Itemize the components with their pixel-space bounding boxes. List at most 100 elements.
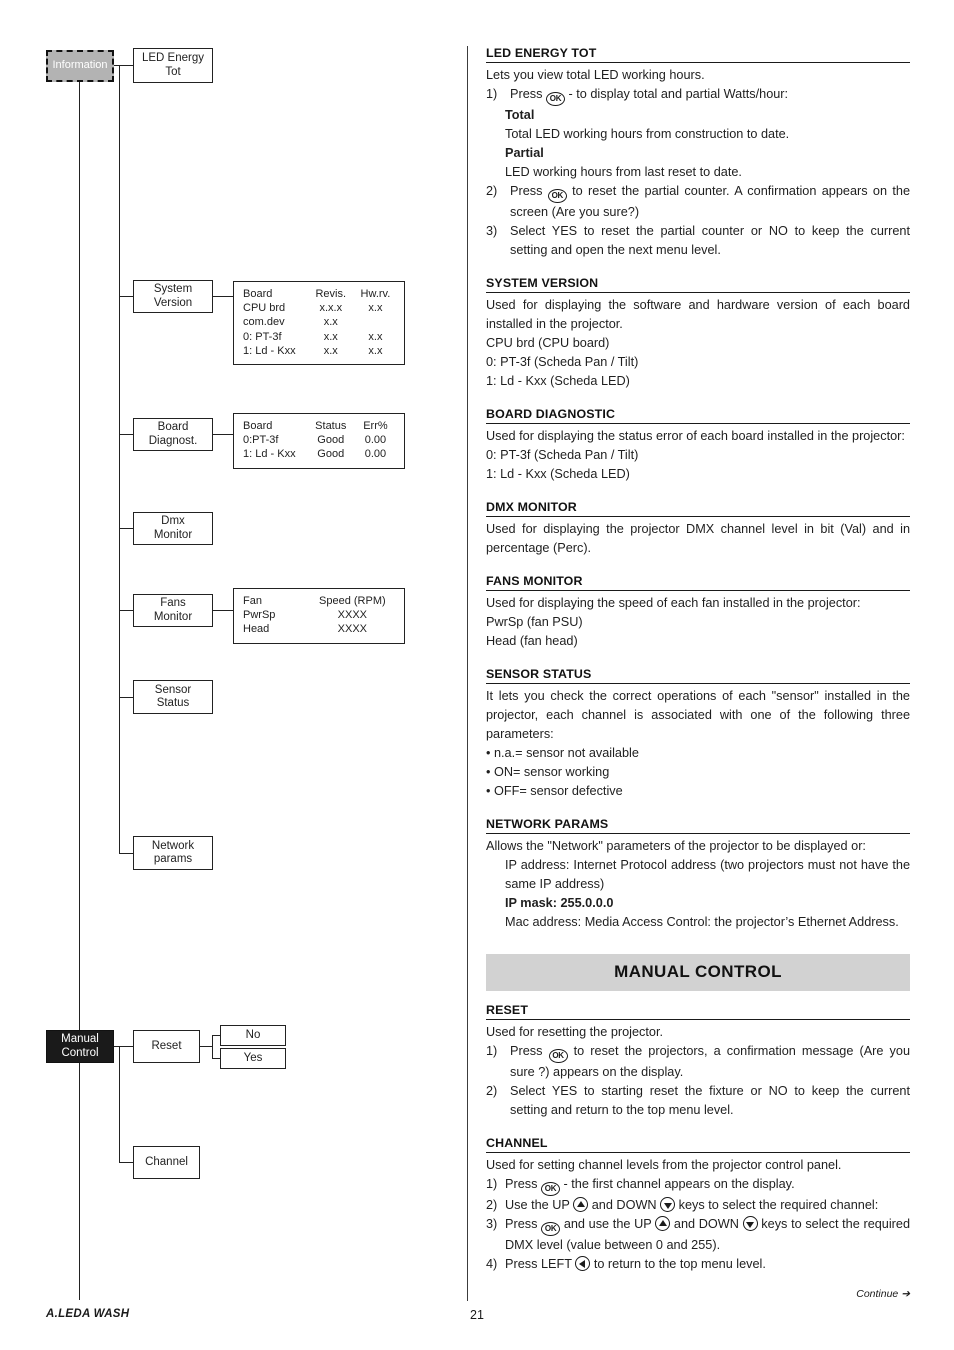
cell: x.x (323, 344, 338, 357)
connector-system-version-table (213, 296, 234, 298)
fans-monitor-table: Fan Speed (RPM) PwrSp XXXX Head XXXX (243, 594, 397, 637)
cell: 0: PT-3f (243, 330, 282, 343)
diagram-node-fans-monitor[interactable]: Fans Monitor (133, 594, 213, 627)
diagram-node-yes[interactable]: Yes (220, 1048, 286, 1069)
stub-network-params (119, 853, 134, 855)
down-key-icon (660, 1197, 676, 1212)
th-revis: Revis. (315, 288, 347, 300)
section-led-energy-tot: LED ENERGY TOT Lets you view total LED w… (486, 46, 910, 260)
cell: XXXX (337, 623, 368, 636)
table-row: PwrSp XXXX (243, 608, 397, 622)
cell: 0:PT-3f (243, 434, 279, 447)
diagram-node-reset[interactable]: Reset (133, 1030, 200, 1063)
text-line: PwrSp (fan PSU) (486, 615, 583, 629)
section-heading: CHANNEL (486, 1136, 910, 1153)
diagram-node-channel[interactable]: Channel (133, 1146, 200, 1179)
node-label: Channel (145, 1155, 188, 1168)
diagram-node-system-version[interactable]: System Version (133, 280, 213, 313)
text: to reset the projectors, a confirmation … (510, 1044, 910, 1079)
text-line: CPU brd (CPU board) (486, 336, 610, 350)
continue-note: Continue ➔ (856, 1288, 910, 1300)
cell: XXXX (337, 609, 368, 622)
table-header-row: Fan Speed (RPM) (243, 594, 397, 608)
section-body: Used for resetting the projector. (486, 1025, 664, 1039)
cell: x.x.x (319, 302, 343, 315)
table-row: 0: PT-3f x.x x.x (243, 330, 397, 344)
node-label: Yes (243, 1051, 263, 1064)
section-heading: NETWORK PARAMS (486, 817, 910, 834)
diagram-table-fans-monitor: Fan Speed (RPM) PwrSp XXXX Head XXXX (233, 588, 405, 644)
section-body: Used for displaying the projector DMX ch… (486, 522, 910, 555)
table-header-row: Board Revis. Hw.rv. (243, 287, 397, 301)
th-hwrv: Hw.rv. (360, 288, 391, 300)
left-key-icon (575, 1256, 591, 1271)
text: and DOWN (591, 1198, 657, 1212)
text: - to display total and partial Watts/hou… (568, 87, 789, 101)
diagram-node-board-diagnost[interactable]: Board Diagnost. (133, 418, 213, 451)
diagram-node-network-params[interactable]: Network params (133, 836, 213, 870)
text: Press (510, 1044, 543, 1058)
total-label: Total (505, 108, 535, 122)
text: Select YES to reset the partial counter … (510, 224, 910, 257)
stub-fans-monitor (119, 610, 134, 612)
text: - the first channel appears on the displ… (563, 1177, 795, 1191)
table-row: Head XXXX (243, 622, 397, 636)
section-intro: Lets you view total LED working hours. (486, 68, 705, 82)
list-item: 2) Select YES to starting reset the fixt… (486, 1082, 910, 1120)
list-item: 1) Press OK - the first channel appears … (486, 1175, 910, 1196)
list-number: 1) (486, 87, 498, 101)
list-number: 3) (486, 224, 498, 238)
manual-control-banner: MANUAL CONTROL (486, 954, 910, 991)
section-channel: CHANNEL Used for setting channel levels … (486, 1136, 910, 1274)
section-heading: BOARD DIAGNOSTIC (486, 407, 910, 424)
stub-system-version (119, 296, 134, 298)
stub-dmx-monitor (119, 528, 134, 530)
text: Use the UP (505, 1198, 570, 1212)
text: Press (505, 1177, 538, 1191)
list-number: 3) (486, 1217, 498, 1231)
partial-text: LED working hours from last reset to dat… (505, 165, 742, 179)
node-label: Network params (151, 839, 195, 866)
diagram-node-no[interactable]: No (220, 1025, 286, 1046)
ok-key-icon: OK (548, 1049, 568, 1063)
diagram-node-sensor-status[interactable]: Sensor Status (133, 680, 213, 714)
page-number: 21 (470, 1308, 484, 1322)
node-label: Reset (151, 1039, 182, 1052)
list-number: 4) (486, 1257, 498, 1271)
node-label: Fans Monitor (153, 597, 193, 623)
list-item: 3) Press OK and use the UP and DOWN keys… (486, 1215, 910, 1255)
diagram-node-dmx-monitor[interactable]: Dmx Monitor (133, 512, 213, 545)
table-header-row: Board Status Err% (243, 419, 397, 433)
cell: PwrSp (243, 609, 276, 622)
ok-key-icon: OK (541, 1222, 561, 1236)
total-text: Total LED working hours from constructio… (505, 127, 790, 141)
page-footer: Continue ➔ A.LEDA WASH 21 (0, 1288, 954, 1350)
text: Press LEFT (505, 1257, 572, 1271)
cell: x.x (368, 330, 383, 343)
table-row: CPU brd x.x.x x.x (243, 301, 397, 315)
down-key-icon (742, 1216, 758, 1231)
list-item: 3) Select YES to reset the partial count… (486, 222, 910, 260)
diagram-node-led-energy-tot[interactable]: LED Energy Tot (133, 48, 213, 83)
section-board-diagnostic: BOARD DIAGNOSTIC Used for displaying the… (486, 407, 910, 484)
diagram-node-information[interactable]: Information (46, 50, 114, 82)
ip-mask-line: IP mask: 255.0.0.0 (505, 896, 614, 910)
arrow-right-icon: ➔ (901, 1288, 910, 1300)
ok-key-icon: OK (545, 92, 565, 106)
text-line: 1: Ld - Kxx (Scheda LED) (486, 374, 630, 388)
list-number: 2) (486, 1084, 498, 1098)
list-item: 4) Press LEFT to return to the top menu … (486, 1255, 910, 1274)
stub-sensor-status (119, 697, 134, 699)
system-version-table: Board Revis. Hw.rv. CPU brd x.x.x x.x co… (243, 287, 397, 358)
diagram-node-manual-control[interactable]: Manual Control (46, 1030, 114, 1063)
connector-fans-monitor-table (213, 610, 234, 612)
manual-text-column: LED ENERGY TOT Lets you view total LED w… (486, 46, 910, 1290)
cell: x.x (323, 330, 338, 343)
bullet-item: • OFF= sensor defective (486, 784, 623, 798)
text: Press (505, 1217, 538, 1231)
th-err: Err% (363, 420, 388, 432)
board-diagnost-table: Board Status Err% 0:PT-3f Good 0.00 1: L… (243, 419, 397, 462)
ok-key-icon: OK (540, 1182, 560, 1196)
text: to reset the partial counter. A confirma… (510, 184, 911, 219)
cell: Good (317, 448, 345, 461)
